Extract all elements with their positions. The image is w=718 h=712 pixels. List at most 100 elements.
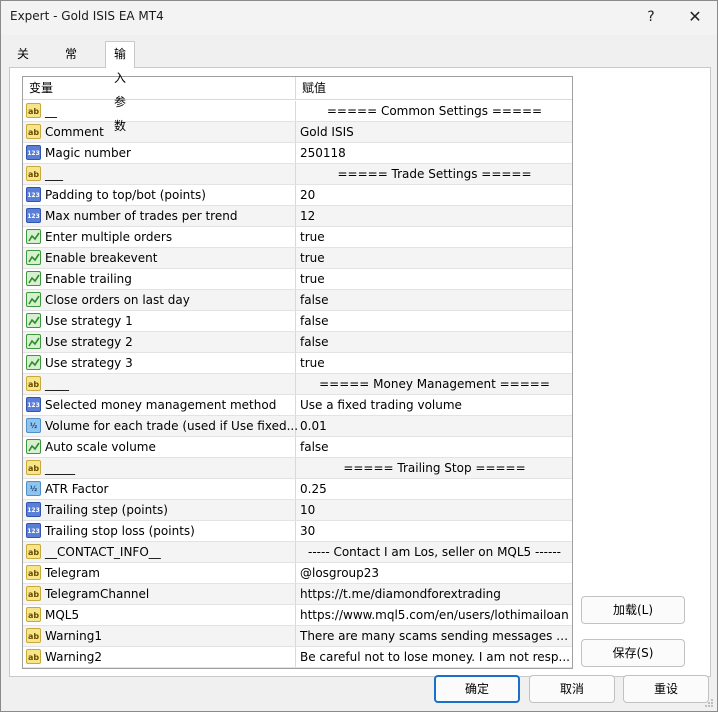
table-row[interactable]: 123 Selected money management method Use a… <box>23 395 572 416</box>
value-cell[interactable]: true <box>297 248 572 268</box>
value-cell[interactable]: ===== Trailing Stop ===== <box>297 458 572 478</box>
tab-about[interactable]: 关于 <box>9 43 37 83</box>
value-cell[interactable]: 12 <box>297 206 572 226</box>
variable-cell[interactable]: 123 Selected money management method <box>23 395 296 415</box>
table-row[interactable]: ab Comment Gold ISIS <box>23 122 572 143</box>
value-cell[interactable]: ===== Trade Settings ===== <box>297 164 572 184</box>
value-cell[interactable]: false <box>297 290 572 310</box>
value-cell[interactable]: Gold ISIS <box>297 122 572 142</box>
text-param-icon: ab <box>26 565 41 580</box>
table-row[interactable]: 123 Trailing stop loss (points) 30 <box>23 521 572 542</box>
variable-cell[interactable]: ab _____ <box>23 458 296 478</box>
table-row[interactable]: 123 Padding to top/bot (points) 20 <box>23 185 572 206</box>
variable-cell[interactable]: 123 Trailing stop loss (points) <box>23 521 296 541</box>
table-row[interactable]: ab MQL5 https://www.mql5.com/en/users/loth… <box>23 605 572 626</box>
table-row[interactable]: ab Warning2 Be careful not to lose money. … <box>23 647 572 668</box>
text-param-icon: ab <box>26 124 41 139</box>
variable-cell[interactable]: Enter multiple orders <box>23 227 296 247</box>
variable-cell[interactable]: ab MQL5 <box>23 605 296 625</box>
value-cell[interactable]: https://www.mql5.com/en/users/lothimailo… <box>297 605 572 625</box>
column-header-value[interactable]: 赋值 <box>296 77 572 99</box>
table-row[interactable]: ab TelegramChannel https://t.me/diamondfor… <box>23 584 572 605</box>
variable-cell[interactable]: ab Warning2 <box>23 647 296 667</box>
variable-cell[interactable]: 123 Max number of trades per trend <box>23 206 296 226</box>
table-row[interactable]: ab Telegram @losgroup23 <box>23 563 572 584</box>
variable-cell[interactable]: Use strategy 2 <box>23 332 296 352</box>
table-row[interactable]: ab Warning1 There are many scams sending m… <box>23 626 572 647</box>
value-cell[interactable]: true <box>297 227 572 247</box>
value-cell[interactable]: 20 <box>297 185 572 205</box>
help-button[interactable]: ? <box>631 5 671 29</box>
close-button[interactable]: ✕ <box>675 5 715 29</box>
table-row[interactable]: 123 Max number of trades per trend 12 <box>23 206 572 227</box>
variable-cell[interactable]: 123 Trailing step (points) <box>23 500 296 520</box>
variable-cell[interactable]: Use strategy 3 <box>23 353 296 373</box>
table-row[interactable]: ab ___ ===== Trade Settings ===== <box>23 164 572 185</box>
value-cell[interactable]: 30 <box>297 521 572 541</box>
variable-cell[interactable]: ab Warning1 <box>23 626 296 646</box>
value-cell[interactable]: https://t.me/diamondforextrading <box>297 584 572 604</box>
variable-cell[interactable]: ab __CONTACT_INFO__ <box>23 542 296 562</box>
table-row[interactable]: ab _____ ===== Trailing Stop ===== <box>23 458 572 479</box>
variable-cell[interactable]: ab Telegram <box>23 563 296 583</box>
text-param-icon: ab <box>26 628 41 643</box>
save-button[interactable]: 保存(S) <box>581 639 685 667</box>
value-cell[interactable]: false <box>297 311 572 331</box>
value-cell[interactable]: true <box>297 353 572 373</box>
value-cell[interactable]: ===== Money Management ===== <box>297 374 572 394</box>
variable-cell[interactable]: ab ___ <box>23 164 296 184</box>
load-button[interactable]: 加载(L) <box>581 596 685 624</box>
table-row[interactable]: ab __ ===== Common Settings ===== <box>23 101 572 122</box>
value-cell[interactable]: 10 <box>297 500 572 520</box>
table-row[interactable]: ab ____ ===== Money Management ===== <box>23 374 572 395</box>
value-cell[interactable]: false <box>297 332 572 352</box>
value-cell[interactable]: 0.25 <box>297 479 572 499</box>
variable-cell[interactable]: Auto scale volume <box>23 437 296 457</box>
column-header-variable[interactable]: 变量 <box>23 77 296 99</box>
variable-cell[interactable]: ½ Volume for each trade (used if Use fixe… <box>23 416 298 436</box>
value-cell[interactable]: ===== Common Settings ===== <box>297 101 572 121</box>
table-row[interactable]: ½ Volume for each trade (used if Use fixe… <box>23 416 572 437</box>
variable-cell[interactable]: 123 Magic number <box>23 143 296 163</box>
resize-grip-icon[interactable] <box>704 698 714 708</box>
variable-cell[interactable]: ab ____ <box>23 374 296 394</box>
value-cell[interactable]: 0.01 <box>297 416 572 436</box>
table-row[interactable]: 123 Magic number 250118 <box>23 143 572 164</box>
table-row[interactable]: Auto scale volume false <box>23 437 572 458</box>
value-cell[interactable]: false <box>297 437 572 457</box>
tab-common[interactable]: 常用 <box>57 43 85 83</box>
cancel-button[interactable]: 取消 <box>529 675 615 703</box>
value-cell[interactable]: 250118 <box>297 143 572 163</box>
variable-name: Close orders on last day <box>45 293 190 307</box>
value-cell[interactable]: Be careful not to lose money. I am not r… <box>297 647 572 667</box>
variable-name: __CONTACT_INFO__ <box>45 545 161 559</box>
value-cell[interactable]: true <box>297 269 572 289</box>
variable-cell[interactable]: Enable trailing <box>23 269 296 289</box>
variable-cell[interactable]: ab Comment <box>23 122 296 142</box>
ok-button[interactable]: 确定 <box>434 675 520 703</box>
value-cell[interactable]: Use a fixed trading volume <box>297 395 572 415</box>
value-cell[interactable]: There are many scams sending messages a.… <box>297 626 572 646</box>
boolean-param-icon <box>26 292 41 307</box>
table-row[interactable]: Use strategy 2 false <box>23 332 572 353</box>
variable-cell[interactable]: Close orders on last day <box>23 290 296 310</box>
table-row[interactable]: Enable breakevent true <box>23 248 572 269</box>
table-row[interactable]: ab __CONTACT_INFO__ ----- Contact I am Los… <box>23 542 572 563</box>
variable-cell[interactable]: Use strategy 1 <box>23 311 296 331</box>
table-row[interactable]: Use strategy 3 true <box>23 353 572 374</box>
table-row[interactable]: Close orders on last day false <box>23 290 572 311</box>
variable-cell[interactable]: ab __ <box>23 101 296 121</box>
tab-inputs[interactable]: 输入参数 <box>105 41 136 133</box>
variable-cell[interactable]: ½ ATR Factor <box>23 479 296 499</box>
table-row[interactable]: Use strategy 1 false <box>23 311 572 332</box>
table-row[interactable]: Enter multiple orders true <box>23 227 572 248</box>
value-cell[interactable]: @losgroup23 <box>297 563 572 583</box>
table-row[interactable]: ½ ATR Factor 0.25 <box>23 479 572 500</box>
reset-button[interactable]: 重设 <box>623 675 709 703</box>
table-row[interactable]: 123 Trailing step (points) 10 <box>23 500 572 521</box>
variable-cell[interactable]: ab TelegramChannel <box>23 584 296 604</box>
value-cell[interactable]: ----- Contact I am Los, seller on MQL5 -… <box>297 542 572 562</box>
variable-cell[interactable]: 123 Padding to top/bot (points) <box>23 185 296 205</box>
variable-cell[interactable]: Enable breakevent <box>23 248 296 268</box>
table-row[interactable]: Enable trailing true <box>23 269 572 290</box>
